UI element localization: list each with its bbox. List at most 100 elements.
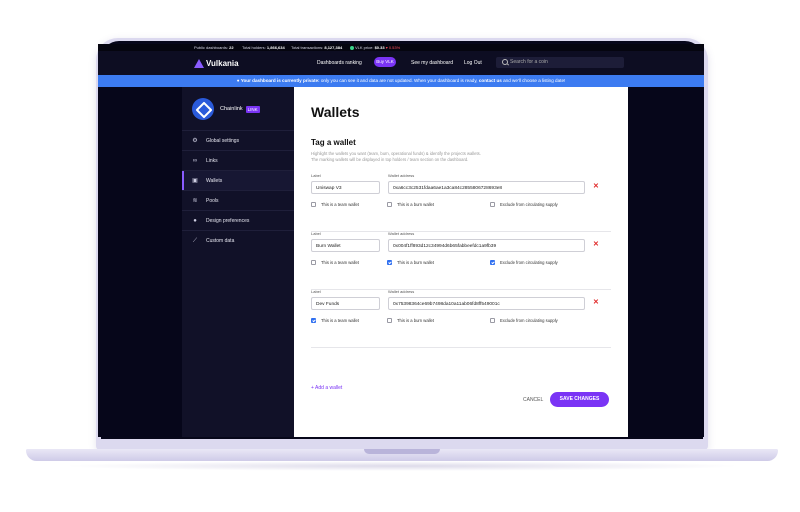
nav-log-out[interactable]: Log Out bbox=[464, 58, 482, 68]
nav-dashboards-ranking[interactable]: Dashboards ranking bbox=[317, 58, 362, 68]
banner-tail-text: and we'll choose a listing date! bbox=[501, 78, 566, 83]
wallet-row: Label Wallet address Dev Funds 0x7539836… bbox=[311, 289, 611, 348]
wallet-address-input[interactable]: 0x75398364ce69b7498da10a11ab06fd8ff54900… bbox=[388, 297, 585, 310]
buy-vlk-button[interactable]: Buy VLK bbox=[374, 57, 396, 67]
checkbox-box bbox=[490, 318, 495, 323]
burn-wallet-checkbox[interactable]: This is a burn wallet bbox=[387, 202, 434, 207]
wallet-address-input[interactable]: 0x004f1ff893d12c34994d6b65fabbeefdc1a9fb… bbox=[388, 239, 585, 252]
team-wallet-checkbox[interactable]: This is a team wallet bbox=[311, 318, 359, 323]
banner-text: only you can see it and data are not upd… bbox=[319, 78, 479, 83]
sidebar-item-label: Global settings bbox=[206, 138, 240, 144]
delete-wallet-icon[interactable]: ✕ bbox=[593, 182, 599, 190]
search-placeholder: Search for a coin bbox=[510, 59, 548, 65]
checkbox-label: This is a team wallet bbox=[321, 318, 359, 323]
description-line: The marking wallets will be displayed in… bbox=[311, 157, 469, 162]
checkbox-box bbox=[490, 202, 495, 207]
settings-sidebar: Chainlink LINK ⚙ Global settings ∞ Links… bbox=[182, 87, 294, 437]
wallet-row: Label Wallet address Burn Wallet 0x004f1… bbox=[311, 231, 611, 290]
sidebar-item-design-preferences[interactable]: ● Design preferences bbox=[182, 210, 294, 231]
total-transactions-stat: Total transactions: 8,127,384 bbox=[291, 45, 343, 50]
public-dashboards-stat: Public dashboards: 22 bbox=[194, 45, 234, 50]
laptop-base-notch bbox=[364, 449, 440, 454]
wallet-label-input[interactable]: Uniswap V3 bbox=[311, 181, 380, 194]
wallets-panel: Wallets Tag a wallet Highlight the walle… bbox=[294, 87, 628, 437]
stats-bar: Public dashboards: 22 Total holders: 1,8… bbox=[98, 44, 704, 51]
search-input[interactable]: Search for a coin bbox=[496, 57, 624, 68]
exclude-supply-checkbox[interactable]: Exclude from circulating supply bbox=[490, 318, 558, 323]
exclude-supply-checkbox[interactable]: Exclude from circulating supply bbox=[490, 260, 558, 265]
address-caption: Wallet address bbox=[388, 289, 415, 294]
link-icon: ∞ bbox=[192, 158, 198, 164]
wallet-address-input[interactable]: 0xa6cc3c2531fdaa6ae1a3ca84c2855806728693… bbox=[388, 181, 585, 194]
delete-wallet-icon[interactable]: ✕ bbox=[593, 240, 599, 248]
wallet-label-input[interactable]: Burn Wallet bbox=[311, 239, 380, 252]
wallet-row: Label Wallet address Uniswap V3 0xa6cc3c… bbox=[311, 173, 611, 232]
checkbox-label: Exclude from circulating supply bbox=[500, 318, 558, 323]
project-header: Chainlink LINK bbox=[192, 98, 260, 120]
delete-wallet-icon[interactable]: ✕ bbox=[593, 298, 599, 306]
label-caption: Label bbox=[311, 173, 321, 178]
vulkania-logo-icon bbox=[194, 58, 204, 68]
checkbox-box bbox=[387, 318, 392, 323]
sidebar-item-pools[interactable]: ≋ Pools bbox=[182, 190, 294, 211]
address-caption: Wallet address bbox=[388, 173, 415, 178]
section-description: Highlight the wallets you want (team, bu… bbox=[311, 151, 571, 163]
checkbox-box bbox=[387, 202, 392, 207]
wallet-label-input[interactable]: Dev Funds bbox=[311, 297, 380, 310]
logo-text: Vulkania bbox=[206, 58, 239, 68]
label-caption: Label bbox=[311, 231, 321, 236]
contact-us-link[interactable]: contact us bbox=[479, 78, 502, 83]
checkbox-label: This is a burn wallet bbox=[397, 318, 435, 323]
burn-wallet-checkbox[interactable]: This is a burn wallet bbox=[387, 318, 434, 323]
nav-see-my-dashboard[interactable]: See my dashboard bbox=[411, 58, 453, 68]
droplet-icon: ● bbox=[193, 218, 197, 224]
pools-icon: ≋ bbox=[192, 198, 198, 204]
private-dashboard-banner: ● Your dashboard is currently private: o… bbox=[98, 75, 704, 87]
team-wallet-checkbox[interactable]: This is a team wallet bbox=[311, 202, 359, 207]
checkbox-label: Exclude from circulating supply bbox=[500, 260, 558, 265]
vlk-coin-icon bbox=[350, 46, 354, 50]
total-holders-stat: Total holders: 1,866,634 bbox=[242, 45, 285, 50]
label-caption: Label bbox=[311, 289, 321, 294]
vulkania-logo[interactable]: Vulkania bbox=[194, 57, 239, 69]
info-icon: ● bbox=[236, 78, 240, 83]
checkbox-box bbox=[311, 318, 316, 323]
page-title: Wallets bbox=[311, 104, 360, 120]
checkbox-box bbox=[311, 260, 316, 265]
checkbox-label: Exclude from circulating supply bbox=[500, 202, 558, 207]
address-caption: Wallet address bbox=[388, 231, 415, 236]
wallet-icon: ▣ bbox=[192, 178, 198, 184]
laptop-shadow bbox=[60, 461, 744, 471]
app-screen: Public dashboards: 22 Total holders: 1,8… bbox=[98, 44, 704, 437]
sidebar-item-label: Design preferences bbox=[206, 218, 250, 224]
cancel-button[interactable]: CANCEL bbox=[523, 397, 543, 403]
project-ticker-badge: LINK bbox=[245, 105, 260, 113]
search-icon bbox=[502, 59, 508, 65]
banner-bold-text: Your dashboard is currently private: bbox=[240, 78, 320, 83]
add-wallet-button[interactable]: + Add a wallet bbox=[311, 385, 342, 391]
sidebar-item-wallets[interactable]: ▣ Wallets bbox=[182, 170, 294, 191]
sidebar-item-label: Custom data bbox=[206, 238, 235, 244]
project-name: Chainlink bbox=[220, 106, 243, 112]
top-nav: Vulkania Dashboards ranking Buy VLK See … bbox=[98, 51, 704, 75]
checkbox-label: This is a team wallet bbox=[321, 260, 359, 265]
sidebar-item-custom-data[interactable]: ⟋ Custom data bbox=[182, 230, 294, 251]
checkbox-box bbox=[387, 260, 392, 265]
save-changes-button[interactable]: SAVE CHANGES bbox=[550, 392, 609, 407]
sidebar-item-label: Links bbox=[206, 158, 218, 164]
section-title: Tag a wallet bbox=[311, 138, 356, 147]
burn-wallet-checkbox[interactable]: This is a burn wallet bbox=[387, 260, 434, 265]
exclude-supply-checkbox[interactable]: Exclude from circulating supply bbox=[490, 202, 558, 207]
team-wallet-checkbox[interactable]: This is a team wallet bbox=[311, 260, 359, 265]
sidebar-item-global-settings[interactable]: ⚙ Global settings bbox=[182, 130, 294, 151]
chainlink-logo-icon bbox=[192, 98, 214, 120]
sidebar-item-label: Pools bbox=[206, 198, 219, 204]
vlk-price-stat: VLK price: $0.33 ▾ 0.53% bbox=[350, 44, 400, 51]
checkbox-label: This is a burn wallet bbox=[397, 260, 435, 265]
sidebar-item-links[interactable]: ∞ Links bbox=[182, 150, 294, 171]
gear-icon: ⚙ bbox=[192, 138, 198, 144]
checkbox-box bbox=[490, 260, 495, 265]
sidebar-item-label: Wallets bbox=[206, 178, 223, 184]
wand-icon: ⟋ bbox=[192, 238, 198, 244]
checkbox-label: This is a team wallet bbox=[321, 202, 359, 207]
